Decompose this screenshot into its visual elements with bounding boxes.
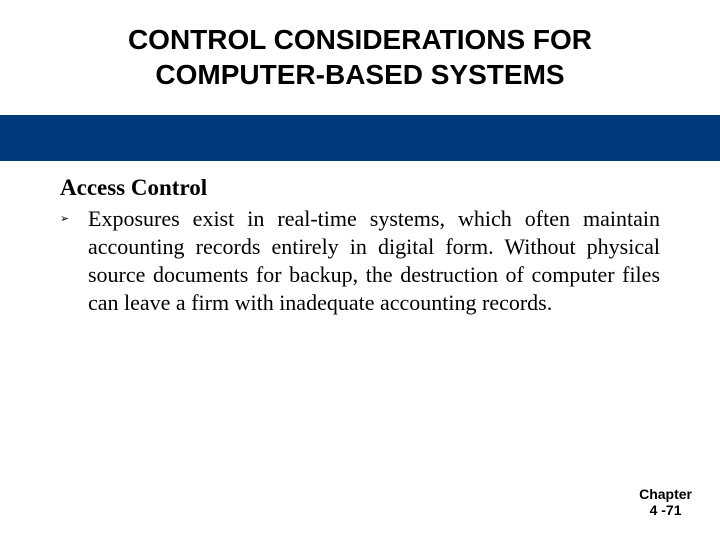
- footer-chapter-label: Chapter: [639, 486, 692, 502]
- chevron-right-icon: ➢: [60, 205, 88, 233]
- slide: CONTROL CONSIDERATIONS FOR COMPUTER-BASE…: [0, 0, 720, 540]
- section-heading: Access Control: [60, 175, 660, 201]
- title-line-2: COMPUTER-BASED SYSTEMS: [60, 57, 660, 92]
- accent-bar: [0, 115, 720, 161]
- slide-footer: Chapter 4 -71: [639, 486, 692, 518]
- bullet-text: Exposures exist in real-time systems, wh…: [88, 205, 660, 317]
- title-line-1: CONTROL CONSIDERATIONS FOR: [60, 22, 660, 57]
- content-area: Access Control ➢ Exposures exist in real…: [60, 175, 660, 317]
- bullet-item: ➢ Exposures exist in real-time systems, …: [60, 205, 660, 317]
- footer-page-number: 4 -71: [639, 502, 692, 518]
- slide-title: CONTROL CONSIDERATIONS FOR COMPUTER-BASE…: [0, 0, 720, 102]
